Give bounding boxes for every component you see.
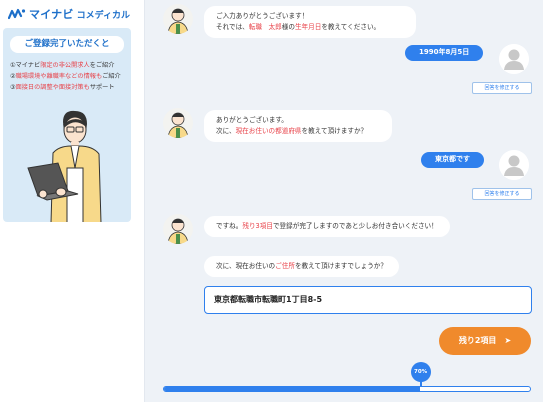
user-avatar-icon — [499, 44, 529, 74]
progress-fill — [164, 387, 421, 391]
chat-area: ご入力ありがとうございます！ それでは、転職 太郎様の生年月日を教えてください。… — [146, 0, 543, 402]
next-button[interactable]: 残り2項目 ➤ — [439, 327, 531, 355]
promo-item: ③面接日の調整や面接対策もサポート — [10, 84, 115, 91]
edit-answer-button[interactable]: 回答を修正する — [472, 188, 532, 200]
promo-title: ご登録完了いただくと — [10, 36, 124, 53]
person-with-laptop-illustration — [23, 108, 118, 222]
bot-avatar — [163, 214, 193, 244]
next-button-label: 残り2項目 — [458, 336, 497, 345]
bot-avatar — [163, 108, 193, 138]
promo-item: ①マイナビ限定の非公開求人をご紹介 — [10, 62, 115, 69]
progress-bar — [163, 386, 531, 392]
logo-mark-icon — [8, 8, 26, 20]
promo-card: ご登録完了いただくと ①マイナビ限定の非公開求人をご紹介 ②職場環境や離職率など… — [3, 28, 131, 222]
user-message: 東京都です — [421, 152, 484, 168]
logo-main-text: マイナビ — [29, 8, 74, 21]
bot-avatar — [163, 4, 193, 34]
bot-message: ありがとうございます。 次に、現在お住いの都道府県を教えて頂けますか？ — [204, 110, 392, 142]
bot-message: ですね。残り3項目で登録が完了しますのであと少しお付き合いください！ — [204, 216, 450, 237]
sidebar: マイナビ コメディカル ご登録完了いただくと ①マイナビ限定の非公開求人をご紹介… — [0, 0, 145, 402]
promo-list: ①マイナビ限定の非公開求人をご紹介 ②職場環境や離職率などの情報もご紹介 ③面接… — [10, 60, 130, 93]
logo-sub-text: コメディカル — [76, 10, 130, 21]
bot-message: ご入力ありがとうございます！ それでは、転職 太郎様の生年月日を教えてください。 — [204, 6, 416, 38]
send-arrow-icon: ➤ — [504, 336, 512, 345]
bot-message: 次に、現在お住いのご住所を教えて頂けますでしょうか？ — [204, 256, 399, 277]
progress-badge: 70% — [410, 362, 431, 382]
user-avatar-icon — [499, 150, 529, 180]
promo-item: ②職場環境や離職率などの情報もご紹介 — [10, 73, 121, 80]
edit-answer-button[interactable]: 回答を修正する — [472, 82, 532, 94]
logo[interactable]: マイナビ コメディカル — [8, 6, 130, 22]
address-input[interactable]: 東京都転職市転職町1丁目8-5 — [204, 286, 532, 314]
user-message: 1990年8月5日 — [405, 45, 484, 61]
